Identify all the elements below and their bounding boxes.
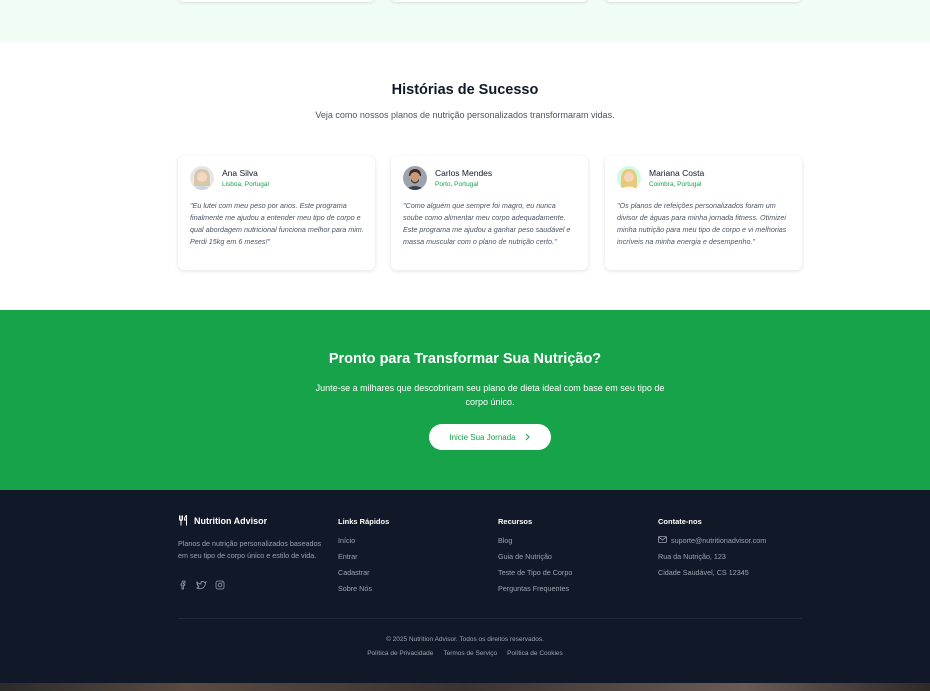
column-title: Links Rápidos [338,517,390,526]
testimonial-location: Lisboa, Portugal [222,181,269,188]
email-text: suporte@nutritionadvisor.com [671,536,767,545]
resources-column: Recursos Blog Guia de Nutrição Teste de … [498,517,572,600]
testimonial-quote: "Eu lutei com meu peso por anos. Este pr… [190,201,364,246]
testimonial-name: Ana Silva [222,168,258,178]
footer-link[interactable]: Início [338,536,389,552]
footer-link[interactable]: Perguntas Frequentes [498,584,572,600]
footer-link[interactable]: Teste de Tipo de Corpo [498,568,572,584]
footer-divider [178,618,802,619]
start-journey-button[interactable]: Inicie Sua Jornada [429,424,551,450]
column-title: Recursos [498,517,533,526]
testimonial-name: Mariana Costa [649,168,705,178]
contact-address-line: Cidade Saudável, CS 12345 [658,568,749,577]
footer-link[interactable]: Guia de Nutrição [498,552,572,568]
cta-button-label: Inicie Sua Jornada [449,432,516,442]
cta-text: Junte-se a milhares que descobriram seu … [315,383,665,407]
avatar [403,166,427,190]
cta-title: Pronto para Transformar Sua Nutrição? [328,351,602,367]
footer-brand[interactable]: Nutrition Advisor [178,515,267,526]
testimonial-quote: "Os planos de refeições personalizados f… [617,201,787,246]
testimonial-card: Carlos Mendes Porto, Portugal "Como algu… [391,156,588,270]
copyright-text: © 2025 Nutrition Advisor. Todos os direi… [386,636,544,643]
section-title: Histórias de Sucesso [391,82,539,98]
site-footer: Nutrition Advisor Planos de nutrição per… [0,490,930,683]
facebook-icon[interactable] [178,580,188,590]
legal-links: Política de Privacidade Termos de Serviç… [0,650,930,657]
success-stories-section: Histórias de Sucesso Veja como nossos pl… [0,42,930,310]
feature-card [605,0,802,2]
feature-card [391,0,588,2]
cookie-policy-link[interactable]: Política de Cookies [507,650,563,657]
column-title: Contate-nos [658,517,702,526]
avatar [190,166,214,190]
quick-links-column: Links Rápidos Início Entrar Cadastrar So… [338,517,389,600]
features-section-bottom [0,0,930,42]
brand-description: Planos de nutrição personalizados basead… [178,539,322,560]
taskbar-strip [0,683,930,691]
footer-link[interactable]: Sobre Nós [338,584,389,600]
footer-link[interactable]: Blog [498,536,572,552]
testimonial-card: Mariana Costa Coimbra, Portugal "Os plan… [605,156,802,270]
footer-link[interactable]: Cadastrar [338,568,389,584]
privacy-policy-link[interactable]: Política de Privacidade [367,650,433,657]
testimonial-location: Coimbra, Portugal [649,181,702,188]
instagram-icon[interactable] [215,580,225,590]
social-links [178,580,225,590]
testimonial-name: Carlos Mendes [435,168,493,178]
testimonial-location: Porto, Portugal [435,181,479,188]
testimonial-quote: "Como alguém que sempre foi magro, eu nu… [403,201,571,246]
contact-email[interactable]: suporte@nutritionadvisor.com [658,536,766,552]
footer-link[interactable]: Entrar [338,552,389,568]
avatar [617,166,641,190]
brand-name: Nutrition Advisor [194,515,268,526]
utensils-icon [179,515,187,526]
twitter-icon[interactable] [196,580,207,590]
cta-section: Pronto para Transformar Sua Nutrição? Ju… [0,310,930,490]
terms-of-service-link[interactable]: Termos de Serviço [443,650,497,657]
contact-column: Contate-nos suporte@nutritionadvisor.com… [658,517,766,584]
mail-icon [658,536,667,543]
testimonial-card: Ana Silva Lisboa, Portugal "Eu lutei com… [178,156,375,270]
feature-card [178,0,375,2]
contact-address-line: Rua da Nutrição, 123 [658,552,726,561]
chevron-right-icon [525,433,530,441]
section-subtitle: Veja como nossos planos de nutrição pers… [315,110,615,120]
